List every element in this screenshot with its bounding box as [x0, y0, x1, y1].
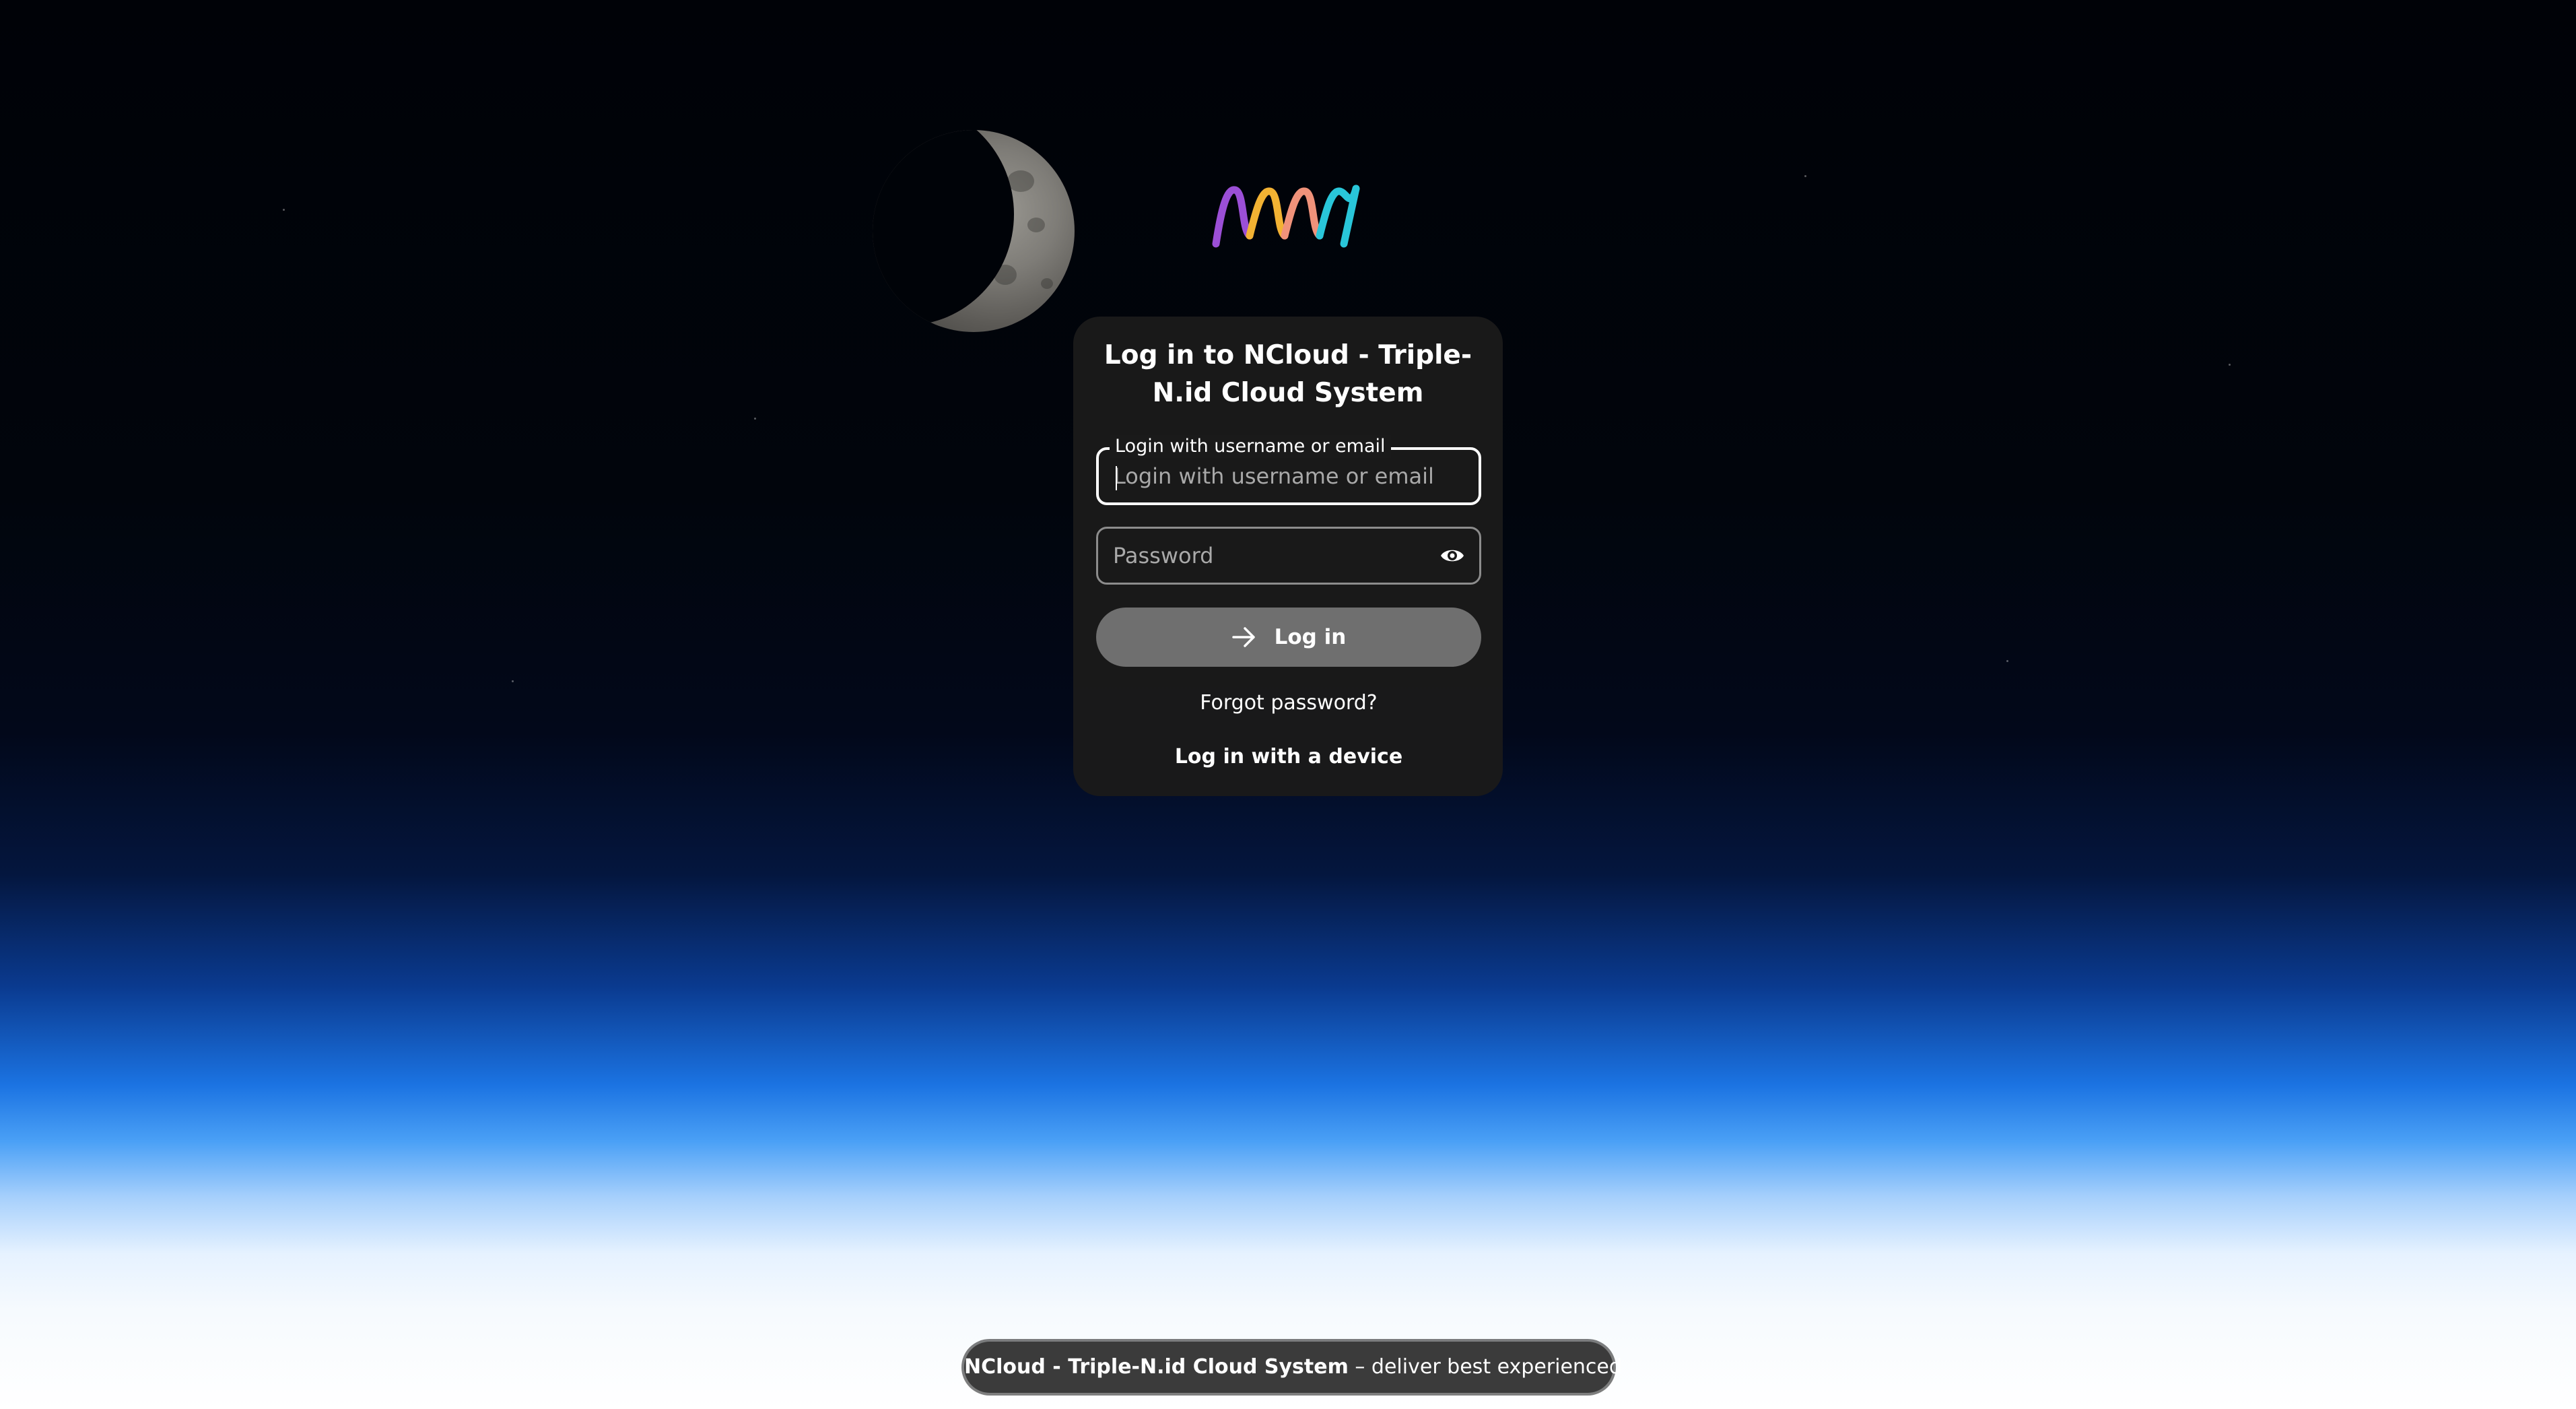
- forgot-password-link[interactable]: Forgot password?: [1096, 690, 1481, 717]
- password-input[interactable]: [1113, 529, 1436, 583]
- password-field[interactable]: [1096, 527, 1481, 585]
- login-button[interactable]: Log in: [1096, 608, 1481, 667]
- moon-image: [873, 130, 1075, 332]
- login-title: Log in to NCloud - Triple-N.id Cloud Sys…: [1104, 340, 1472, 408]
- footer-tagline: – deliver best experienced: [1348, 1355, 1622, 1379]
- footer-brand: NCloud - Triple-N.id Cloud System: [964, 1355, 1349, 1379]
- username-field[interactable]: Login with username or email: [1096, 435, 1481, 505]
- text-caret: [1116, 466, 1117, 490]
- login-card: Log in to NCloud - Triple-N.id Cloud Sys…: [1073, 317, 1503, 796]
- device-login-link[interactable]: Log in with a device: [1096, 744, 1481, 771]
- username-input[interactable]: [1114, 450, 1437, 502]
- star: [283, 209, 285, 211]
- login-button-label: Log in: [1274, 625, 1347, 649]
- eye-icon[interactable]: [1440, 546, 1464, 566]
- star: [2006, 660, 2008, 662]
- arrow-right-icon: [1231, 627, 1255, 647]
- star: [512, 680, 514, 682]
- star: [1804, 175, 1806, 177]
- star: [754, 418, 756, 420]
- footer-banner: NCloud - Triple-N.id Cloud System – deli…: [964, 1342, 1622, 1393]
- star: [2229, 364, 2231, 366]
- login-page: Log in to NCloud - Triple-N.id Cloud Sys…: [0, 0, 2576, 1409]
- ncloud-logo-icon: [1212, 185, 1360, 248]
